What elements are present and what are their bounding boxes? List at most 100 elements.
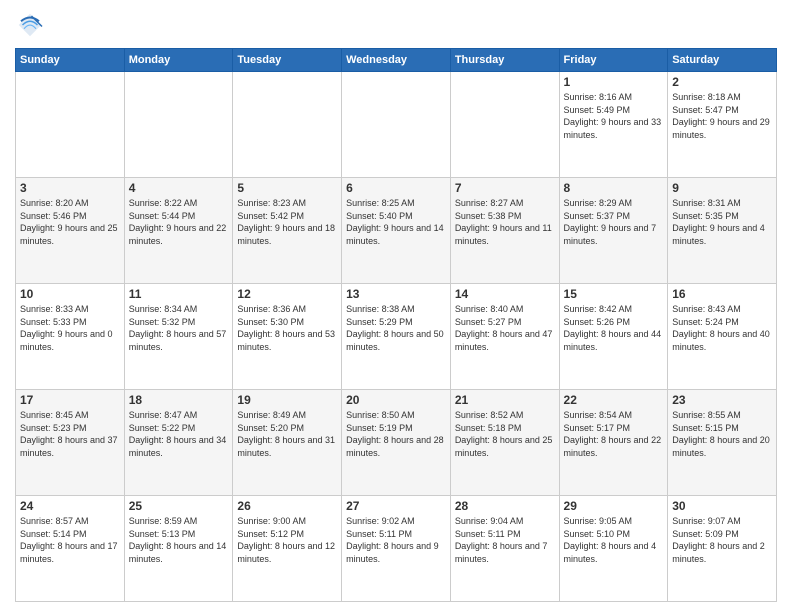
calendar-cell: 7Sunrise: 8:27 AM Sunset: 5:38 PM Daylig… — [450, 178, 559, 284]
calendar-week-row: 10 Sunrise: 8:33 AM Sunset: 5:33 PM Dayli… — [16, 284, 777, 390]
cell-text: Sunrise: 8:38 AM Sunset: 5:29 PM Dayligh… — [346, 303, 446, 353]
cell-text: Sunrise: 8:29 AM Sunset: 5:37 PM Dayligh… — [564, 197, 664, 247]
weekday-header-row: SundayMondayTuesdayWednesdayThursdayFrid… — [16, 49, 777, 72]
weekday-header: Monday — [124, 49, 233, 72]
calendar-cell: 2 Sunrise: 8:18 AM Sunset: 5:47 PM Daylig… — [668, 72, 777, 178]
calendar-cell — [233, 72, 342, 178]
day-number: 15 — [564, 287, 664, 301]
day-number: 8 — [564, 181, 664, 195]
calendar-cell: 8 Sunrise: 8:29 AM Sunset: 5:37 PM Daylig… — [559, 178, 668, 284]
cell-text: Sunrise: 8:59 AM Sunset: 5:13 PM Dayligh… — [129, 515, 229, 565]
calendar-cell — [342, 72, 451, 178]
day-number: 23 — [672, 393, 772, 407]
cell-text: Sunrise: 8:57 AM Sunset: 5:14 PM Dayligh… — [20, 515, 120, 565]
cell-text: Sunrise: 8:33 AM Sunset: 5:33 PM Dayligh… — [20, 303, 120, 353]
calendar-cell: 4 Sunrise: 8:22 AM Sunset: 5:44 PM Daylig… — [124, 178, 233, 284]
cell-text: Sunrise: 8:50 AM Sunset: 5:19 PM Dayligh… — [346, 409, 446, 459]
day-number: 19 — [237, 393, 337, 407]
day-number: 5 — [237, 181, 337, 195]
calendar-cell: 15 Sunrise: 8:42 AM Sunset: 5:26 PM Dayli… — [559, 284, 668, 390]
cell-text: Sunrise: 8:16 AM Sunset: 5:49 PM Dayligh… — [564, 91, 664, 141]
calendar-week-row: 1 Sunrise: 8:16 AM Sunset: 5:49 PM Daylig… — [16, 72, 777, 178]
cell-text: Sunrise: 8:45 AM Sunset: 5:23 PM Dayligh… — [20, 409, 120, 459]
weekday-header: Friday — [559, 49, 668, 72]
calendar-cell: 6 Sunrise: 8:25 AM Sunset: 5:40 PM Daylig… — [342, 178, 451, 284]
day-number: 3 — [20, 181, 120, 195]
day-number: 17 — [20, 393, 120, 407]
cell-text: Sunrise: 9:07 AM Sunset: 5:09 PM Dayligh… — [672, 515, 772, 565]
cell-text: Sunrise: 8:22 AM Sunset: 5:44 PM Dayligh… — [129, 197, 229, 247]
day-number: 26 — [237, 499, 337, 513]
cell-text: Sunrise: 8:25 AM Sunset: 5:40 PM Dayligh… — [346, 197, 446, 247]
cell-text: Sunrise: 8:42 AM Sunset: 5:26 PM Dayligh… — [564, 303, 664, 353]
calendar: SundayMondayTuesdayWednesdayThursdayFrid… — [15, 48, 777, 602]
calendar-cell: 24 Sunrise: 8:57 AM Sunset: 5:14 PM Dayli… — [16, 496, 125, 602]
cell-text: Sunrise: 8:34 AM Sunset: 5:32 PM Dayligh… — [129, 303, 229, 353]
day-number: 2 — [672, 75, 772, 89]
day-number: 29 — [564, 499, 664, 513]
day-number: 16 — [672, 287, 772, 301]
cell-text: Sunrise: 8:23 AM Sunset: 5:42 PM Dayligh… — [237, 197, 337, 247]
calendar-week-row: 17 Sunrise: 8:45 AM Sunset: 5:23 PM Dayli… — [16, 390, 777, 496]
calendar-cell: 22Sunrise: 8:54 AM Sunset: 5:17 PM Dayli… — [559, 390, 668, 496]
calendar-cell: 9Sunrise: 8:31 AM Sunset: 5:35 PM Daylig… — [668, 178, 777, 284]
cell-text: Sunrise: 8:47 AM Sunset: 5:22 PM Dayligh… — [129, 409, 229, 459]
calendar-cell — [16, 72, 125, 178]
day-number: 12 — [237, 287, 337, 301]
day-number: 24 — [20, 499, 120, 513]
calendar-cell — [124, 72, 233, 178]
calendar-cell: 18 Sunrise: 8:47 AM Sunset: 5:22 PM Dayli… — [124, 390, 233, 496]
calendar-cell: 26 Sunrise: 9:00 AM Sunset: 5:12 PM Dayli… — [233, 496, 342, 602]
day-number: 11 — [129, 287, 229, 301]
cell-text: Sunrise: 8:52 AM Sunset: 5:18 PM Dayligh… — [455, 409, 555, 459]
calendar-cell: 12 Sunrise: 8:36 AM Sunset: 5:30 PM Dayli… — [233, 284, 342, 390]
cell-text: Sunrise: 8:20 AM Sunset: 5:46 PM Dayligh… — [20, 197, 120, 247]
day-number: 9 — [672, 181, 772, 195]
weekday-header: Tuesday — [233, 49, 342, 72]
cell-text: Sunrise: 8:18 AM Sunset: 5:47 PM Dayligh… — [672, 91, 772, 141]
day-number: 20 — [346, 393, 446, 407]
cell-text: Sunrise: 9:00 AM Sunset: 5:12 PM Dayligh… — [237, 515, 337, 565]
calendar-week-row: 3 Sunrise: 8:20 AM Sunset: 5:46 PM Daylig… — [16, 178, 777, 284]
calendar-cell: 17 Sunrise: 8:45 AM Sunset: 5:23 PM Dayli… — [16, 390, 125, 496]
day-number: 22 — [564, 393, 664, 407]
cell-text: Sunrise: 8:27 AM Sunset: 5:38 PM Dayligh… — [455, 197, 555, 247]
cell-text: Sunrise: 8:36 AM Sunset: 5:30 PM Dayligh… — [237, 303, 337, 353]
cell-text: Sunrise: 9:02 AM Sunset: 5:11 PM Dayligh… — [346, 515, 446, 565]
day-number: 27 — [346, 499, 446, 513]
calendar-cell: 23Sunrise: 8:55 AM Sunset: 5:15 PM Dayli… — [668, 390, 777, 496]
calendar-cell: 13 Sunrise: 8:38 AM Sunset: 5:29 PM Dayli… — [342, 284, 451, 390]
weekday-header: Wednesday — [342, 49, 451, 72]
day-number: 10 — [20, 287, 120, 301]
calendar-cell: 21 Sunrise: 8:52 AM Sunset: 5:18 PM Dayli… — [450, 390, 559, 496]
weekday-header: Sunday — [16, 49, 125, 72]
calendar-cell: 27 Sunrise: 9:02 AM Sunset: 5:11 PM Dayli… — [342, 496, 451, 602]
page: SundayMondayTuesdayWednesdayThursdayFrid… — [0, 0, 792, 612]
calendar-cell: 25Sunrise: 8:59 AM Sunset: 5:13 PM Dayli… — [124, 496, 233, 602]
day-number: 21 — [455, 393, 555, 407]
day-number: 6 — [346, 181, 446, 195]
header — [15, 10, 777, 40]
calendar-cell: 11 Sunrise: 8:34 AM Sunset: 5:32 PM Dayli… — [124, 284, 233, 390]
day-number: 1 — [564, 75, 664, 89]
day-number: 18 — [129, 393, 229, 407]
cell-text: Sunrise: 8:49 AM Sunset: 5:20 PM Dayligh… — [237, 409, 337, 459]
day-number: 30 — [672, 499, 772, 513]
weekday-header: Saturday — [668, 49, 777, 72]
cell-text: Sunrise: 8:43 AM Sunset: 5:24 PM Dayligh… — [672, 303, 772, 353]
calendar-cell: 1 Sunrise: 8:16 AM Sunset: 5:49 PM Daylig… — [559, 72, 668, 178]
calendar-cell: 20 Sunrise: 8:50 AM Sunset: 5:19 PM Dayli… — [342, 390, 451, 496]
day-number: 28 — [455, 499, 555, 513]
cell-text: Sunrise: 9:04 AM Sunset: 5:11 PM Dayligh… — [455, 515, 555, 565]
day-number: 4 — [129, 181, 229, 195]
calendar-cell: 16 Sunrise: 8:43 AM Sunset: 5:24 PM Dayli… — [668, 284, 777, 390]
cell-text: Sunrise: 8:40 AM Sunset: 5:27 PM Dayligh… — [455, 303, 555, 353]
cell-text: Sunrise: 9:05 AM Sunset: 5:10 PM Dayligh… — [564, 515, 664, 565]
calendar-cell: 19 Sunrise: 8:49 AM Sunset: 5:20 PM Dayli… — [233, 390, 342, 496]
calendar-cell: 14Sunrise: 8:40 AM Sunset: 5:27 PM Dayli… — [450, 284, 559, 390]
calendar-cell: 29 Sunrise: 9:05 AM Sunset: 5:10 PM Dayli… — [559, 496, 668, 602]
calendar-cell: 10 Sunrise: 8:33 AM Sunset: 5:33 PM Dayli… — [16, 284, 125, 390]
day-number: 13 — [346, 287, 446, 301]
weekday-header: Thursday — [450, 49, 559, 72]
calendar-cell: 3 Sunrise: 8:20 AM Sunset: 5:46 PM Daylig… — [16, 178, 125, 284]
